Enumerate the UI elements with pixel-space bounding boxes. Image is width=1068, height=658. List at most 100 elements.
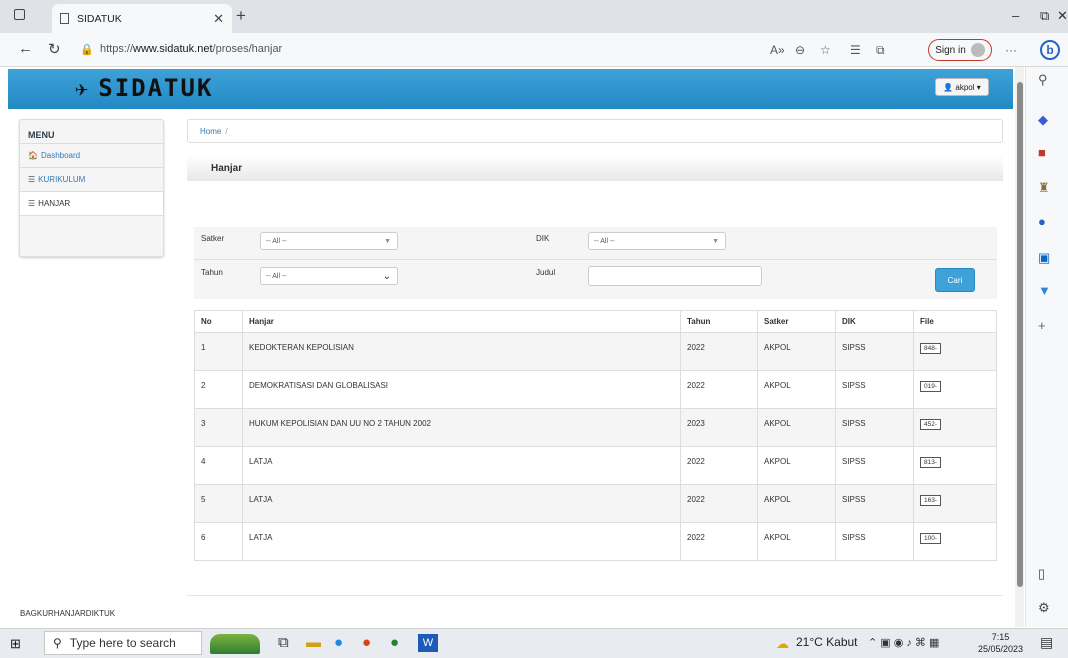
column-header-tahun: Tahun bbox=[680, 310, 758, 333]
games-icon[interactable]: ♜ bbox=[1038, 180, 1050, 196]
cell-tahun: 2023 bbox=[680, 408, 758, 447]
windows-start-icon[interactable]: ⊞ bbox=[10, 636, 21, 652]
cell-file: 452- bbox=[913, 408, 997, 447]
tab-title: SIDATUK bbox=[77, 12, 122, 25]
cell-file: 163- bbox=[913, 484, 997, 523]
site-logo[interactable]: ✈ SIDATUK bbox=[75, 74, 213, 102]
copilot-icon[interactable]: b bbox=[1040, 40, 1060, 60]
tahun-select[interactable]: -- All -- ⌄ bbox=[260, 267, 398, 285]
table-row: 3 HUKUM KEPOLISIAN DAN UU NO 2 TAHUN 200… bbox=[194, 408, 997, 447]
cell-no: 2 bbox=[194, 370, 243, 409]
settings-icon[interactable]: ⚙ bbox=[1038, 600, 1050, 616]
cell-tahun: 2022 bbox=[680, 484, 758, 523]
whatsapp-icon[interactable]: ● bbox=[390, 634, 399, 651]
file-link[interactable]: 163- bbox=[920, 495, 942, 506]
read-aloud-icon[interactable]: A» bbox=[770, 43, 785, 57]
refresh-icon[interactable]: ↻ bbox=[48, 40, 61, 58]
edge-sidebar bbox=[1025, 67, 1068, 627]
more-icon[interactable]: ··· bbox=[1005, 43, 1017, 57]
file-link[interactable]: 452- bbox=[920, 419, 942, 430]
cell-dik: SIPSS bbox=[835, 522, 914, 561]
task-view-icon[interactable]: ⧉ bbox=[278, 634, 289, 651]
column-header-satker: Satker bbox=[757, 310, 836, 333]
satker-select[interactable]: -- All -- ▼ bbox=[260, 232, 398, 250]
drop-icon[interactable]: ▼ bbox=[1038, 283, 1051, 298]
table-row: 5 LATJA 2022 AKPOL SIPSS 163- bbox=[194, 484, 997, 523]
shopping-tag-icon[interactable]: ◆ bbox=[1038, 112, 1048, 128]
powerpoint-icon[interactable]: ● bbox=[362, 634, 371, 651]
cell-hanjar: DEMOKRATISASI DAN GLOBALISASI bbox=[242, 370, 681, 409]
file-link[interactable]: 100- bbox=[920, 533, 942, 544]
zoom-icon[interactable]: ⊖ bbox=[795, 43, 805, 57]
chevron-down-icon: ▼ bbox=[384, 237, 391, 245]
scenery-widget-icon[interactable] bbox=[210, 634, 260, 654]
file-link[interactable]: 848- bbox=[920, 343, 942, 354]
breadcrumb: Home / bbox=[187, 119, 1003, 143]
chevron-down-icon: ▼ bbox=[712, 237, 719, 245]
search-icon[interactable]: ⚲ bbox=[1038, 72, 1048, 88]
file-link[interactable]: 019- bbox=[920, 381, 942, 392]
user-icon: 👤 bbox=[943, 82, 954, 92]
restore-icon[interactable]: ⧉ bbox=[1040, 8, 1049, 24]
search-button[interactable]: Cari bbox=[935, 268, 975, 292]
browser-tab[interactable]: SIDATUK ✕ bbox=[52, 4, 232, 33]
lock-icon: 🔒 bbox=[80, 44, 94, 56]
add-app-icon[interactable]: + bbox=[1038, 318, 1046, 333]
cell-tahun: 2022 bbox=[680, 332, 758, 371]
new-tab-icon[interactable]: + bbox=[236, 6, 246, 26]
footer-text: BAGKURHANJARDIKTUK bbox=[20, 609, 116, 618]
taskbar-search[interactable]: ⚲ Type here to search bbox=[44, 631, 202, 655]
notifications-icon[interactable]: ▤ bbox=[1040, 634, 1053, 651]
list-icon: ☰ bbox=[28, 199, 36, 208]
file-link[interactable]: 813- bbox=[920, 457, 942, 468]
column-header-dik: DIK bbox=[835, 310, 914, 333]
list-icon: ☰ bbox=[28, 175, 36, 184]
favorite-icon[interactable]: ☆ bbox=[820, 43, 831, 57]
sign-in-button[interactable]: Sign in bbox=[928, 39, 992, 61]
menu-title: MENU bbox=[28, 130, 55, 140]
url-field[interactable]: https://www.sidatuk.net/proses/hanjar bbox=[100, 43, 282, 55]
menu-item-dashboard[interactable]: 🏠 Dashboard bbox=[20, 143, 163, 167]
edge-icon[interactable]: ● bbox=[334, 634, 343, 651]
cell-file: 848- bbox=[913, 332, 997, 371]
favorites-list-icon[interactable]: ☰ bbox=[850, 43, 861, 57]
taskbar-clock[interactable]: 7:15 25/05/2023 bbox=[978, 631, 1023, 655]
toolbox-icon[interactable]: ■ bbox=[1038, 145, 1046, 160]
satker-label: Satker bbox=[201, 234, 225, 243]
scrollbar-thumb[interactable] bbox=[1017, 82, 1023, 587]
close-window-icon[interactable]: ✕ bbox=[1057, 8, 1068, 24]
user-menu-button[interactable]: 👤 akpol ▾ bbox=[935, 78, 989, 96]
file-explorer-icon[interactable]: ▬ bbox=[306, 634, 321, 651]
office-icon[interactable]: ● bbox=[1038, 214, 1046, 229]
cell-file: 100- bbox=[913, 522, 997, 561]
minimize-icon[interactable]: – bbox=[1012, 8, 1019, 23]
page-title: Hanjar bbox=[211, 162, 243, 174]
sidebar-toggle-icon[interactable]: ▯ bbox=[1038, 566, 1045, 582]
back-icon[interactable]: ← bbox=[18, 40, 33, 57]
hanjar-table: No Hanjar Tahun Satker DIK File 1 KEDOKT… bbox=[194, 310, 997, 561]
menu-item-kurikulum[interactable]: ☰ KURIKULUM bbox=[20, 167, 163, 191]
dik-select[interactable]: -- All -- ▼ bbox=[588, 232, 726, 250]
chevron-down-icon: ⌄ bbox=[382, 270, 391, 282]
cell-satker: AKPOL bbox=[757, 484, 836, 523]
footer-divider bbox=[187, 595, 1003, 596]
collections-icon[interactable]: ⧉ bbox=[876, 43, 885, 58]
word-icon[interactable]: W bbox=[418, 634, 438, 652]
cell-dik: SIPSS bbox=[835, 370, 914, 409]
cell-no: 5 bbox=[194, 484, 243, 523]
eagle-logo-icon: ✈ bbox=[75, 77, 91, 102]
column-header-hanjar: Hanjar bbox=[242, 310, 681, 333]
tray-icons[interactable]: ⌃ ▣ ◉ ♪ ⌘ ▦ bbox=[868, 636, 939, 649]
close-tab-icon[interactable]: ✕ bbox=[213, 11, 224, 27]
outlook-icon[interactable]: ▣ bbox=[1038, 250, 1050, 266]
weather-text[interactable]: 21°C Kabut bbox=[796, 635, 858, 649]
cell-satker: AKPOL bbox=[757, 408, 836, 447]
cell-hanjar: LATJA bbox=[242, 446, 681, 485]
tahun-label: Tahun bbox=[201, 268, 223, 277]
table-row: 2 DEMOKRATISASI DAN GLOBALISASI 2022 AKP… bbox=[194, 370, 997, 409]
menu-item-hanjar[interactable]: ☰ HANJAR bbox=[20, 191, 163, 215]
judul-input[interactable] bbox=[588, 266, 762, 286]
breadcrumb-home-link[interactable]: Home bbox=[200, 127, 221, 136]
tab-actions-icon[interactable] bbox=[14, 9, 25, 20]
cell-dik: SIPSS bbox=[835, 484, 914, 523]
